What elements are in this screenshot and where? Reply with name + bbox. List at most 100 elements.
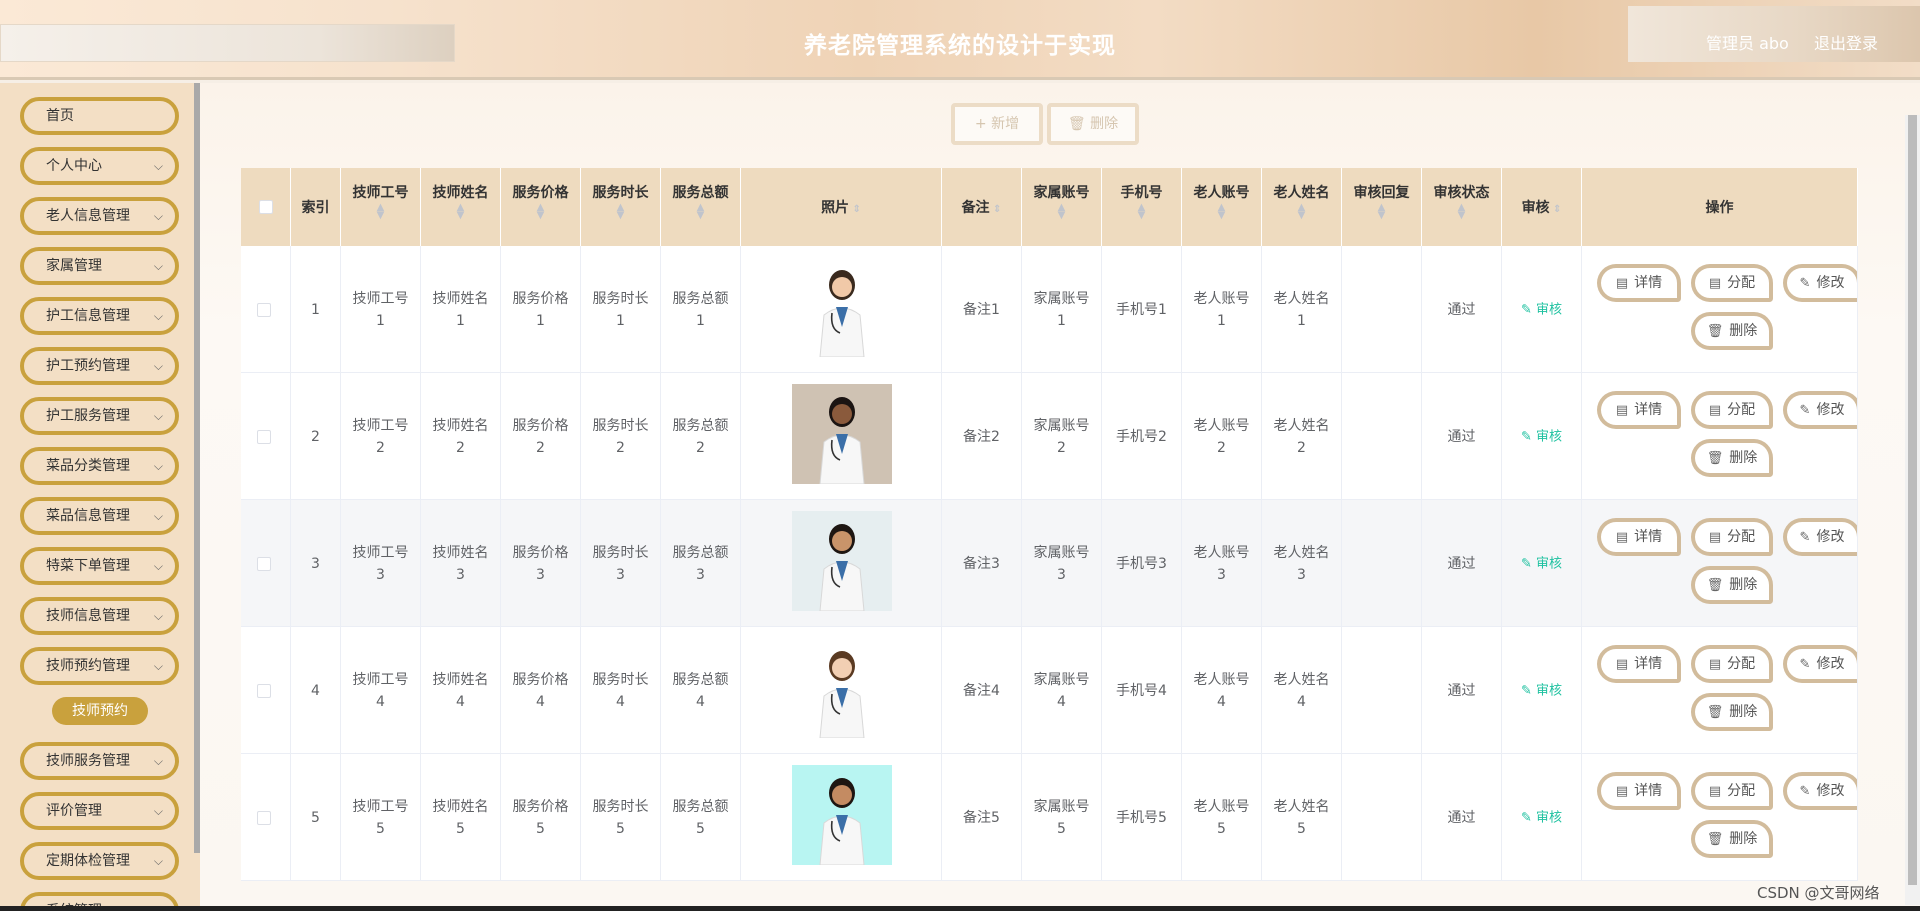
sidebar-item-2[interactable]: 个人中心 ⌵ [20,147,179,185]
row-checkbox[interactable] [257,303,271,317]
column-header-photo[interactable]: 照片 ⇕ [741,168,942,246]
sidebar-item-13[interactable]: 技师服务管理 ⌵ [20,742,179,780]
audit-link[interactable]: ✎ 审核 [1521,810,1562,825]
edit-button[interactable]: ✎ 修改 [1783,518,1857,556]
chevron-down-icon: ⌵ [153,409,163,423]
audit-link[interactable]: ✎ 审核 [1521,429,1562,444]
assign-button[interactable]: ▤ 分配 [1691,772,1773,810]
detail-button[interactable]: ▤ 详情 [1597,391,1681,429]
select-all-checkbox[interactable] [259,200,273,214]
bulk-delete-button[interactable]: 🗑 删除 [1047,103,1139,145]
audit-link[interactable]: ✎ 审核 [1521,302,1562,317]
sort-icon[interactable]: ▲ ▼ [1102,203,1181,221]
column-header-total[interactable]: 服务总额 ▲ ▼ [661,168,741,246]
column-header-audit[interactable]: 审核 ⇕ [1502,168,1582,246]
column-header-tech_no[interactable]: 技师工号 ▲ ▼ [341,168,421,246]
sidebar-item-3[interactable]: 老人信息管理 ⌵ [20,197,179,235]
column-header-status[interactable]: 审核状态 ▲ ▼ [1422,168,1502,246]
main-scrollbar[interactable] [1905,115,1920,905]
audit-link[interactable]: ✎ 审核 [1521,556,1562,571]
sort-icon[interactable]: ▲ ▼ [1182,203,1261,221]
sort-icon[interactable]: ▲ ▼ [1422,203,1501,221]
column-header-family_acct[interactable]: 家属账号 ▲ ▼ [1022,168,1102,246]
column-header-price[interactable]: 服务价格 ▲ ▼ [501,168,581,246]
column-header-elder_name[interactable]: 老人姓名 ▲ ▼ [1262,168,1342,246]
row-checkbox[interactable] [257,557,271,571]
cell-text: 3 [311,555,320,572]
table-row[interactable]: 1 技师工号1 技师姓名1 服务价格1 服务时长1 服务总额1 备注1 家属账号1 手机号1 老… [241,246,1858,373]
assign-button[interactable]: ▤ 分配 [1691,645,1773,683]
sidebar-subitem-active[interactable]: 技师预约 [52,697,148,725]
column-header-duration[interactable]: 服务时长 ▲ ▼ [581,168,661,246]
sidebar-item-7[interactable]: 护工服务管理 ⌵ [20,397,179,435]
table-row[interactable]: 3 技师工号3 技师姓名3 服务价格3 服务时长3 服务总额3 备注3 家属账号3 手机号3 老… [241,500,1858,627]
column-header-index[interactable]: 索引 [291,168,341,246]
detail-button[interactable]: ▤ 详情 [1597,518,1681,556]
column-header-ops[interactable]: 操作 [1582,168,1858,246]
assign-button[interactable]: ▤ 分配 [1691,391,1773,429]
detail-button[interactable]: ▤ 详情 [1597,772,1681,810]
sidebar-item-14[interactable]: 评价管理 ⌵ [20,792,179,830]
sidebar-item-11[interactable]: 技师信息管理 ⌵ [20,597,179,635]
sidebar-item-10[interactable]: 特菜下单管理 ⌵ [20,547,179,585]
delete-button[interactable]: 🗑 删除 [1691,312,1773,350]
sort-icon[interactable]: ▲ ▼ [421,203,500,221]
delete-button[interactable]: 🗑 删除 [1691,566,1773,604]
edit-button[interactable]: ✎ 修改 [1783,264,1857,302]
sidebar-item-9[interactable]: 菜品信息管理 ⌵ [20,497,179,535]
detail-button[interactable]: ▤ 详情 [1597,264,1681,302]
edit-button[interactable]: ✎ 修改 [1783,645,1857,683]
cell-text: 老人账号1 [1193,290,1250,329]
detail-button[interactable]: ▤ 详情 [1597,645,1681,683]
row-checkbox[interactable] [257,811,271,825]
sidebar-item-8[interactable]: 菜品分类管理 ⌵ [20,447,179,485]
scroll-thumb[interactable] [1908,115,1917,885]
edit-button[interactable]: ✎ 修改 [1783,772,1857,810]
assign-button[interactable]: ▤ 分配 [1691,518,1773,556]
assign-button[interactable]: ▤ 分配 [1691,264,1773,302]
column-header-tech_name[interactable]: 技师姓名 ▲ ▼ [421,168,501,246]
cell-index: 2 [291,373,341,500]
cell-text: 家属账号5 [1033,798,1090,837]
sort-icon[interactable]: ▲ ▼ [341,203,420,221]
sort-icon[interactable]: ⇕ [1550,204,1561,215]
delete-button[interactable]: 🗑 删除 [1691,693,1773,731]
sort-icon[interactable]: ▲ ▼ [1342,203,1421,221]
sort-icon[interactable]: ▲ ▼ [661,203,740,221]
delete-button[interactable]: 🗑 删除 [1691,439,1773,477]
column-header-elder_acct[interactable]: 老人账号 ▲ ▼ [1182,168,1262,246]
logout-link[interactable]: 退出登录 [1814,30,1878,54]
cell-audit: ✎ 审核 [1502,500,1582,627]
sidebar-item-1[interactable]: 首页 [20,97,179,135]
sidebar-item-5[interactable]: 护工信息管理 ⌵ [20,297,179,335]
detail-button-label: 详情 [1634,275,1663,291]
table-row[interactable]: 5 技师工号5 技师姓名5 服务价格5 服务时长5 服务总额5 备注5 家属账号5 手机号5 老… [241,754,1858,881]
sort-icon[interactable]: ⇕ [849,204,861,215]
cell-text: 技师姓名1 [432,290,489,329]
add-button[interactable]: + 新增 [951,103,1043,145]
table-row[interactable]: 4 技师工号4 技师姓名4 服务价格4 服务时长4 服务总额4 备注4 家属账号4 手机号4 老… [241,627,1858,754]
audit-link[interactable]: ✎ 审核 [1521,683,1562,698]
sort-icon[interactable]: ▲ ▼ [581,203,660,221]
row-checkbox[interactable] [257,430,271,444]
sidebar-item-15[interactable]: 定期体检管理 ⌵ [20,842,179,880]
sidebar-item-12[interactable]: 技师预约管理 ⌵ [20,647,179,685]
column-header-phone[interactable]: 手机号 ▲ ▼ [1102,168,1182,246]
sort-icon[interactable]: ▲ ▼ [1022,203,1101,221]
sort-icon[interactable]: ⇕ [990,204,1001,215]
sidebar-item-4[interactable]: 家属管理 ⌵ [20,247,179,285]
column-header-reply[interactable]: 审核回复 ▲ ▼ [1342,168,1422,246]
edit-button[interactable]: ✎ 修改 [1783,391,1857,429]
sort-icon[interactable]: ▲ ▼ [1262,203,1341,221]
sort-icon[interactable]: ▲ ▼ [501,203,580,221]
document-icon: ▤ [1708,403,1722,418]
row-checkbox[interactable] [257,684,271,698]
cell-text: 技师姓名2 [432,417,489,456]
column-header-label: 技师工号 [352,185,409,201]
document-icon: ▤ [1615,784,1629,799]
table-row[interactable]: 2 技师工号2 技师姓名2 服务价格2 服务时长2 服务总额2 备注2 家属账号2 手机号2 老… [241,373,1858,500]
cell-ops: ▤ 详情 ▤ 分配 ✎ 修改 🗑 删除 [1582,627,1858,754]
sidebar-item-6[interactable]: 护工预约管理 ⌵ [20,347,179,385]
delete-button[interactable]: 🗑 删除 [1691,820,1773,858]
column-header-remark[interactable]: 备注 ⇕ [942,168,1022,246]
